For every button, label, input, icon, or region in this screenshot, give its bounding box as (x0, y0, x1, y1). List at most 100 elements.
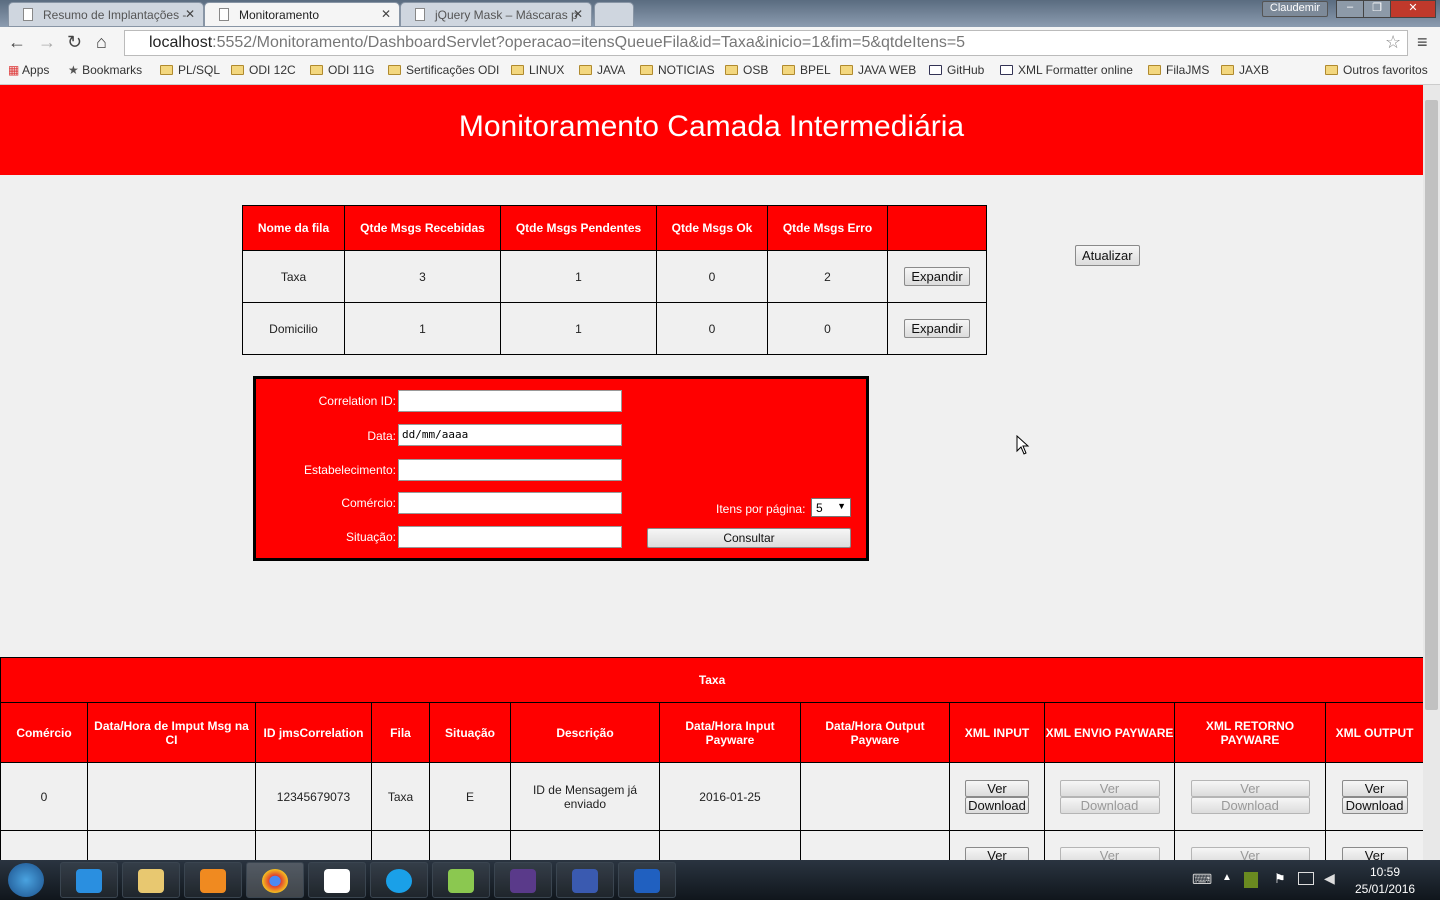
view-button[interactable]: Ver (965, 779, 1029, 797)
download-button[interactable]: Download (1059, 796, 1160, 814)
taskbar-remote[interactable] (618, 862, 676, 898)
bookmark-item[interactable]: XML Formatter online (1000, 63, 1133, 77)
taskbar-ie[interactable] (60, 862, 118, 898)
clock-time[interactable]: 10:59 (1370, 865, 1400, 879)
establishment-input[interactable] (398, 459, 622, 481)
bookmark-item[interactable]: ★ Bookmarks (68, 63, 142, 77)
close-icon[interactable]: ✕ (185, 7, 195, 21)
bookmark-item[interactable]: OSB (725, 63, 768, 77)
close-icon[interactable]: ✕ (573, 7, 583, 21)
column-header: Data/Hora de Imput Msg na CI (87, 702, 256, 763)
bookmark-item[interactable]: GitHub (929, 63, 984, 77)
tab-monitoramento[interactable]: Monitoramento ✕ (204, 2, 400, 27)
table-cell: 3 (344, 250, 501, 303)
star-icon[interactable]: ☆ (1385, 32, 1401, 53)
download-button[interactable]: Download (965, 796, 1029, 814)
bookmark-label: FilaJMS (1166, 63, 1210, 77)
bookmark-item[interactable]: LINUX (511, 63, 564, 77)
view-button[interactable]: Ver (1190, 847, 1310, 860)
bookmark-item[interactable]: FilaJMS (1148, 63, 1209, 77)
date-input[interactable]: dd/mm/aaaa (398, 424, 622, 446)
table-cell: Domicilio (242, 302, 345, 355)
table-cell: 12345679073 (255, 762, 372, 831)
bookmark-item[interactable]: ODI 11G (310, 63, 374, 77)
commerce-input[interactable] (398, 492, 622, 514)
clock-date[interactable]: 25/01/2016 (1355, 882, 1415, 896)
view-button[interactable]: Ver (1059, 847, 1160, 860)
bookmark-item[interactable]: PL/SQL (160, 63, 220, 77)
action-center-icon[interactable]: ⚑ (1274, 871, 1286, 887)
taskbar-explorer[interactable] (122, 862, 180, 898)
tray-app-icon[interactable] (1244, 872, 1258, 888)
taskbar-media[interactable] (184, 862, 242, 898)
taskbar-apps[interactable] (308, 862, 366, 898)
network-icon (572, 869, 598, 893)
close-icon[interactable]: ✕ (381, 7, 391, 21)
close-window-icon[interactable]: ✕ (1390, 0, 1436, 18)
show-hidden-icons[interactable]: ▲ (1222, 872, 1232, 883)
new-tab-button[interactable] (594, 2, 634, 27)
bookmark-item[interactable]: NOTICIAS (640, 63, 715, 77)
start-button[interactable] (8, 863, 44, 897)
tab-resumo[interactable]: Resumo de Implantações - ✕ (8, 2, 204, 27)
table-cell: 0 (767, 302, 888, 355)
table-cell: 0 (656, 250, 768, 303)
table-row: Domicilio 1 1 0 0 Expandir (242, 302, 987, 355)
expand-button[interactable]: Expandir (904, 319, 970, 338)
download-button[interactable]: Download (1190, 796, 1310, 814)
bookmark-item[interactable]: JAVA WEB (840, 63, 916, 77)
menu-icon[interactable]: ≡ (1417, 32, 1428, 53)
network-tray-icon[interactable] (1298, 872, 1314, 885)
home-icon[interactable]: ⌂ (96, 32, 107, 53)
page-title: Monitoramento Camada Intermediária (0, 85, 1423, 175)
table-cell (255, 830, 372, 860)
forward-icon[interactable]: → (38, 32, 56, 53)
submit-button[interactable]: Consultar (647, 528, 851, 548)
bookmark-item[interactable]: ODI 12C (231, 63, 296, 77)
bookmark-label: GitHub (947, 63, 985, 77)
volume-icon[interactable]: ◀ (1324, 870, 1335, 887)
folder-icon (782, 65, 795, 75)
taskbar-chrome[interactable] (246, 862, 304, 898)
back-icon[interactable]: ← (8, 32, 26, 53)
xml-action-cell: Ver Download (1174, 762, 1326, 831)
view-button[interactable]: Ver (1059, 779, 1160, 797)
correlation-input[interactable] (398, 390, 622, 412)
taskbar-skype[interactable] (370, 862, 428, 898)
view-button[interactable]: Ver (1341, 779, 1408, 797)
bookmark-item[interactable]: JAVA (579, 63, 625, 77)
other-bookmarks[interactable]: Outros favoritos (1325, 63, 1428, 77)
column-header: ID jmsCorrelation (255, 702, 372, 763)
remote-desktop-icon (634, 869, 660, 893)
tab-jquery-mask[interactable]: jQuery Mask – Máscaras p ✕ (400, 2, 592, 27)
view-button[interactable]: Ver (1341, 847, 1408, 860)
status-input[interactable] (398, 526, 622, 548)
queues-table: Nome da fila Qtde Msgs Recebidas Qtde Msgs… (242, 205, 987, 355)
keyboard-icon[interactable]: ⌨ (1192, 871, 1212, 888)
per-page-select[interactable]: 5 ▼ (811, 498, 851, 517)
reload-icon[interactable]: ↻ (67, 32, 82, 53)
expand-button[interactable]: Expandir (904, 267, 970, 286)
taskbar-notepadpp[interactable] (432, 862, 490, 898)
address-bar[interactable]: localhost:5552/Monitoramento/DashboardSe… (124, 30, 1408, 56)
bookmark-label: NOTICIAS (658, 63, 715, 77)
establishment-label: Estabelecimento: (303, 463, 396, 477)
refresh-button[interactable]: Atualizar (1075, 245, 1140, 266)
bookmark-item[interactable]: Sertificações ODI (388, 63, 499, 77)
media-player-icon (200, 869, 226, 893)
bookmark-item[interactable]: ▦ Apps (8, 63, 49, 77)
taskbar-eclipse[interactable] (494, 862, 552, 898)
view-button[interactable]: Ver (965, 847, 1029, 860)
per-page-label: Itens por página: (716, 502, 806, 516)
bookmark-item[interactable]: JAXB (1221, 63, 1269, 77)
minimize-icon[interactable]: – (1336, 0, 1364, 18)
page-icon (219, 8, 229, 21)
bookmark-item[interactable]: BPEL (782, 63, 831, 77)
maximize-icon[interactable]: ❐ (1363, 0, 1391, 18)
taskbar-network[interactable] (556, 862, 614, 898)
column-header: Comércio (0, 702, 88, 763)
download-button[interactable]: Download (1341, 796, 1408, 814)
apps-grid-icon: ▦ (8, 63, 23, 77)
scrollbar-thumb[interactable] (1425, 100, 1438, 710)
view-button[interactable]: Ver (1190, 779, 1310, 797)
